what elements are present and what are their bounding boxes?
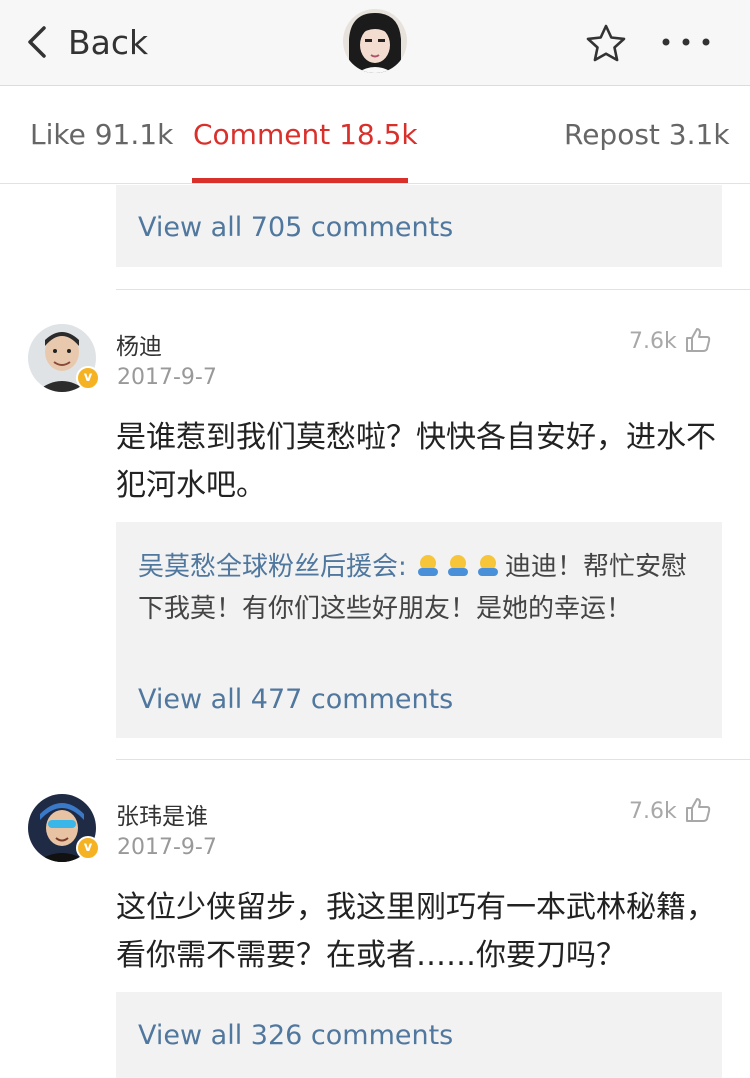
verified-badge: v — [76, 836, 100, 860]
verified-badge: v — [76, 366, 100, 390]
thumbs-up-icon[interactable] — [684, 796, 712, 824]
hug-emoji-icon — [448, 555, 469, 576]
navigation-bar: Back — [0, 0, 750, 86]
comment-username[interactable]: 杨迪 — [116, 327, 162, 361]
engagement-tabs: Like 91.1k Comment 18.5k Repost 3.1k — [0, 86, 750, 184]
divider — [116, 759, 750, 760]
more-dots-icon — [662, 38, 710, 46]
reply-preview: 吴莫愁全球粉丝后援会: 迪迪！帮忙安慰下我莫！有你们这些好朋友！是她的幸运！ V… — [116, 522, 722, 738]
favorite-button[interactable] — [584, 22, 628, 66]
author-avatar[interactable] — [343, 9, 407, 73]
comment-date: 2017-9-7 — [117, 365, 217, 390]
divider — [116, 289, 750, 290]
chevron-left-icon — [28, 26, 46, 58]
view-all-comments-link[interactable]: View all 477 comments — [138, 684, 453, 715]
comment-username[interactable]: 张玮是谁 — [116, 797, 208, 831]
active-tab-indicator — [192, 178, 408, 183]
back-label: Back — [68, 22, 149, 62]
reply-preview: View all 326 comments — [116, 992, 722, 1078]
comment-like-count: 7.6k — [629, 799, 677, 824]
reply-author-link[interactable]: 吴莫愁全球粉丝后援会: — [138, 552, 407, 582]
hug-emoji-icon — [478, 555, 499, 576]
view-all-comments-link[interactable]: View all 326 comments — [138, 1020, 453, 1051]
tab-like[interactable]: Like 91.1k — [30, 118, 173, 151]
comment-text: 是谁惹到我们莫愁啦？快快各自安好，进水不犯河水吧。 — [116, 420, 716, 503]
comment-like-count: 7.6k — [629, 329, 677, 354]
star-outline-icon — [586, 24, 626, 62]
tab-repost[interactable]: Repost 3.1k — [564, 118, 730, 151]
view-all-comments-link[interactable]: View all 705 comments — [138, 212, 453, 243]
comment-date: 2017-9-7 — [117, 835, 217, 860]
reply-preview: View all 705 comments — [116, 185, 722, 267]
thumbs-up-icon[interactable] — [684, 326, 712, 354]
hug-emoji-icon — [418, 555, 439, 576]
back-button[interactable]: Back — [24, 18, 148, 66]
tab-comment[interactable]: Comment 18.5k — [193, 118, 418, 151]
reply-content: 吴莫愁全球粉丝后援会: 迪迪！帮忙安慰下我莫！有你们这些好朋友！是她的幸运！ — [138, 546, 704, 630]
comment-text: 这位少侠留步，我这里刚巧有一本武林秘籍，看你需不需要？在或者……你要刀吗？ — [116, 890, 716, 973]
user-avatar-icon — [343, 9, 407, 73]
more-options-button[interactable] — [660, 30, 712, 54]
